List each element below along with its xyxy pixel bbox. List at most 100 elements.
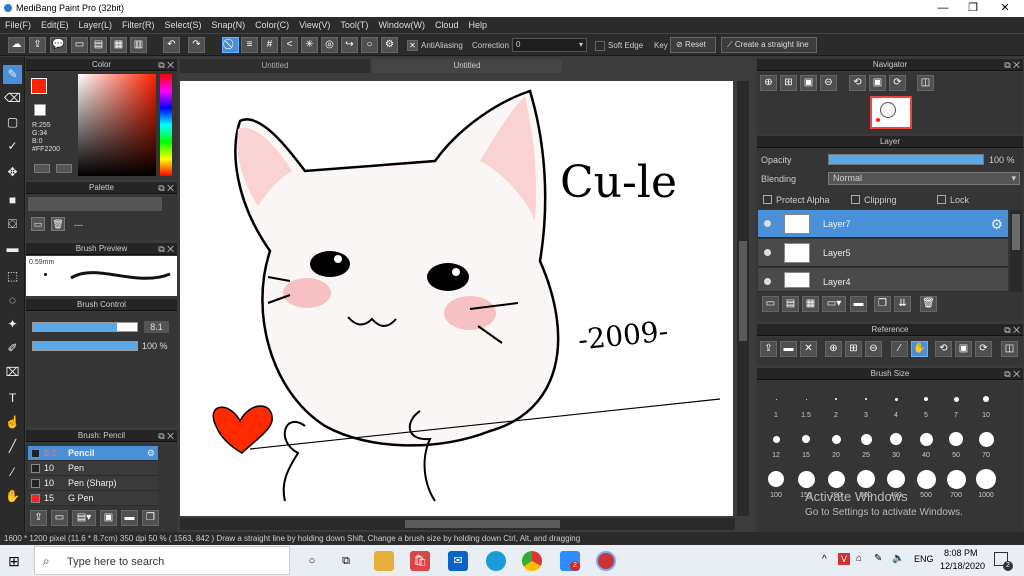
brush-size-slider[interactable] [32, 322, 138, 332]
select-pen-2-icon[interactable]: ✐ [3, 339, 22, 358]
brush-item-pencil[interactable]: 8.1 Pencil ⚙ [28, 446, 158, 461]
copy-brush-icon[interactable]: ▣ [100, 510, 117, 526]
select-pen-icon[interactable]: ✓ [3, 137, 22, 156]
reference-close-icon[interactable]: ✕ [800, 341, 817, 357]
reference-zoom-out-icon[interactable]: ⊖ [865, 341, 882, 357]
brush-size-option[interactable]: 10 [972, 389, 1000, 425]
brush-item-g-pen[interactable]: 15 G Pen [28, 491, 158, 506]
menu-color[interactable]: Color(C) [250, 17, 294, 33]
navigator-thumbnail[interactable] [870, 96, 912, 129]
add-brush-icon[interactable]: ⇪ [30, 510, 47, 526]
brush-size-option[interactable]: 700 [942, 469, 970, 505]
reference-fit-icon[interactable]: ⊞ [845, 341, 862, 357]
create-straight-line-button[interactable]: ⟋ Create a straight line [721, 37, 817, 53]
brush-size-option[interactable]: 12 [762, 429, 790, 465]
edge-icon[interactable] [486, 551, 506, 571]
tray-date[interactable]: 12/18/2020 [940, 561, 985, 571]
brush-size-option[interactable]: 20 [822, 429, 850, 465]
brush-size-option[interactable]: 3 [852, 389, 880, 425]
fill-tool-icon[interactable]: ⛋ [3, 215, 22, 234]
foreground-color-swatch[interactable] [31, 78, 47, 94]
soft-edge-checkbox[interactable] [595, 41, 605, 51]
snap-circle-icon[interactable]: ◎ [321, 37, 338, 53]
dot-tool-icon[interactable]: ▢ [3, 113, 22, 132]
brush-opacity-slider[interactable] [32, 341, 138, 351]
maximize-button[interactable]: ❐ [958, 1, 988, 16]
file-explorer-icon[interactable] [374, 551, 394, 571]
brush-size-option[interactable]: 40 [912, 429, 940, 465]
layer-row-layer4[interactable]: Layer4 [758, 268, 1008, 292]
folder-icon[interactable]: ▬ [850, 296, 867, 312]
merge-layer-icon[interactable]: ⇊ [894, 296, 911, 312]
snap-grid-icon[interactable]: # [261, 37, 278, 53]
redo-icon[interactable]: ↷ [188, 37, 205, 53]
zoom-actual-icon[interactable]: ▣ [800, 75, 817, 91]
lock-checkbox[interactable] [937, 195, 946, 204]
panel-controls-icon[interactable]: ⧉ ✕ [1004, 324, 1020, 336]
panel-controls-icon[interactable]: ⧉ ✕ [158, 430, 174, 442]
task-view-icon[interactable]: ⧉ [336, 551, 356, 571]
page-icon[interactable]: ▤ [90, 37, 107, 53]
reference-open-icon[interactable]: ⇪ [760, 341, 777, 357]
brush-size-option[interactable]: 7 [942, 389, 970, 425]
menu-snap[interactable]: Snap(N) [207, 17, 251, 33]
comment-icon[interactable]: 💬 [50, 37, 67, 53]
brush-size-option[interactable]: 4 [882, 389, 910, 425]
undo-icon[interactable]: ↶ [163, 37, 180, 53]
antialiasing-checkbox[interactable]: ✕ [407, 40, 418, 51]
horizontal-scrollbar[interactable] [180, 518, 735, 530]
reference-hand-icon[interactable]: ✋ [911, 341, 928, 357]
menu-filter[interactable]: Filter(R) [117, 17, 160, 33]
flip-icon[interactable]: ◫ [917, 75, 934, 91]
layer-opacity-slider[interactable] [828, 154, 984, 165]
tray-time[interactable]: 8:08 PM [944, 548, 978, 558]
tray-volume-icon[interactable]: 🔈 [892, 553, 904, 564]
menu-help[interactable]: Help [463, 17, 492, 33]
snap-settings-icon[interactable]: ⚙ [381, 37, 398, 53]
gear-icon[interactable]: ⚙ [990, 216, 1003, 233]
layer-row-layer5[interactable]: Layer5 [758, 239, 1008, 267]
hue-slider[interactable] [160, 74, 172, 176]
brush-size-option[interactable]: 1 [762, 389, 790, 425]
move-tool-icon[interactable]: ✥ [3, 163, 22, 182]
brush-size-option[interactable]: 500 [912, 469, 940, 505]
store-icon[interactable]: 🛍 [410, 551, 430, 571]
tray-chevron-up-icon[interactable]: ^ [822, 554, 827, 565]
shape-tool-icon[interactable]: ■ [3, 191, 22, 210]
reference-eyedropper-icon[interactable]: ⁄ [891, 341, 908, 357]
duplicate-icon[interactable]: ❐ [142, 510, 159, 526]
brush-size-option[interactable]: 70 [972, 429, 1000, 465]
close-button[interactable]: ✕ [990, 1, 1020, 16]
brush-size-option[interactable]: 15 [792, 429, 820, 465]
brush-size-option[interactable]: 5 [912, 389, 940, 425]
taskbar-search-box[interactable]: ⌕ Type here to search [34, 546, 290, 575]
chrome-icon[interactable] [522, 551, 542, 571]
layer-row-layer7[interactable]: Layer7 ⚙ [758, 210, 1008, 238]
zoom-fit-icon[interactable]: ⊞ [780, 75, 797, 91]
operation-tool-icon[interactable]: ☝ [3, 413, 22, 432]
reset-button[interactable]: ⊘ Reset [670, 37, 716, 53]
hand-tool-icon[interactable]: ✋ [3, 487, 22, 506]
palette-dropdown[interactable] [28, 197, 162, 211]
brush-size-option[interactable]: 100 [762, 469, 790, 505]
brush-size-option[interactable]: 2 [822, 389, 850, 425]
eraser-tool-icon[interactable]: ⌫ [3, 89, 22, 108]
color-eye-icon[interactable] [34, 164, 50, 173]
panel-controls-icon[interactable]: ⧉ ✕ [1004, 59, 1020, 71]
reference-rotate-left-icon[interactable]: ⟲ [935, 341, 952, 357]
saturation-value-picker[interactable] [78, 74, 156, 176]
text-tool-icon[interactable]: T [3, 389, 22, 408]
brush-size-option[interactable]: 1000 [972, 469, 1000, 505]
tray-pen-icon[interactable]: ✎ [874, 553, 882, 564]
menu-file[interactable]: File(F) [0, 17, 36, 33]
new-palette-icon[interactable]: ▭ [31, 217, 45, 231]
brush-item-pen-sharp[interactable]: 10 Pen (Sharp) [28, 476, 158, 491]
tab-untitled-1[interactable]: Untitled [180, 59, 370, 73]
new-layer-icon[interactable]: ▭ [762, 296, 779, 312]
tray-app-icon[interactable]: V [838, 553, 850, 565]
color-mode-icon[interactable] [56, 164, 72, 173]
page-list-icon[interactable]: ▦ [110, 37, 127, 53]
snap-parallel-icon[interactable]: ≡ [241, 37, 258, 53]
magic-wand-icon[interactable]: ✦ [3, 315, 22, 334]
drawing-canvas[interactable]: Cu-le -2009- [180, 81, 733, 516]
